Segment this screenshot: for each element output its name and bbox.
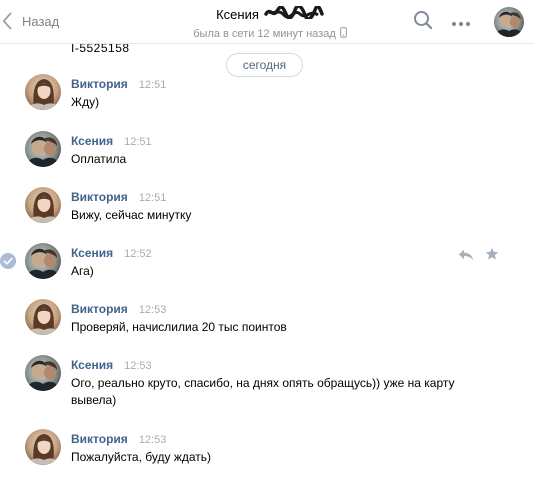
- avatar[interactable]: [25, 355, 61, 391]
- avatar[interactable]: [25, 243, 61, 279]
- message-text: Проверяй, начислилиа 20 тыс поинтов: [71, 320, 287, 334]
- message-author[interactable]: Виктория: [71, 432, 128, 446]
- message-time[interactable]: 12:52: [124, 248, 152, 260]
- message-time[interactable]: 12:51: [139, 79, 167, 91]
- avatar[interactable]: [25, 74, 61, 110]
- message-row-selected[interactable]: Ксения 12:52 Ага): [0, 243, 534, 295]
- message-text: Ого, реально круто, спасибо, на днях опя…: [71, 376, 455, 407]
- chat-peer-info[interactable]: Ксения была в сети 12 минут назад: [140, 4, 400, 41]
- message-text: Оплатила: [71, 152, 127, 166]
- checkmark-circle-icon[interactable]: [0, 253, 16, 274]
- search-icon[interactable]: [413, 10, 433, 35]
- message-author[interactable]: Виктория: [71, 302, 128, 316]
- avatar[interactable]: [25, 299, 61, 335]
- chat-header: Назад Ксения была в сети 12 минут назад: [0, 0, 534, 44]
- avatar[interactable]: [25, 131, 61, 167]
- message-author[interactable]: Ксения: [71, 358, 113, 372]
- message-text: Пожалуйста, буду ждать): [71, 450, 212, 464]
- message-time[interactable]: 12:53: [139, 304, 167, 316]
- avatar[interactable]: [25, 429, 61, 465]
- message-time[interactable]: 12:51: [139, 192, 167, 204]
- redaction-scribble: [264, 4, 324, 22]
- peer-status: была в сети 12 минут назад: [193, 28, 336, 40]
- message-author[interactable]: Виктория: [71, 190, 128, 204]
- message-author[interactable]: Ксения: [71, 246, 113, 260]
- message-time[interactable]: 12:53: [124, 360, 152, 372]
- back-button[interactable]: Назад: [2, 10, 59, 32]
- message-text: Вижу, сейчас минутку: [71, 208, 192, 222]
- avatar[interactable]: [25, 187, 61, 223]
- message-time[interactable]: 12:53: [139, 434, 167, 446]
- peer-avatar[interactable]: [494, 7, 524, 37]
- message-row[interactable]: Ксения 12:51 Оплатила: [0, 131, 534, 183]
- message-row[interactable]: Виктория 12:53 Пожалуйста, буду ждать): [0, 429, 534, 479]
- message-row[interactable]: Виктория 12:51 Жду): [0, 74, 534, 126]
- message-author[interactable]: Виктория: [71, 77, 128, 91]
- message-actions: [458, 247, 499, 266]
- reply-icon[interactable]: [458, 248, 474, 266]
- message-time[interactable]: 12:51: [124, 136, 152, 148]
- message-text: Жду): [71, 95, 100, 109]
- star-icon[interactable]: [485, 247, 499, 266]
- more-dots-icon[interactable]: [451, 14, 471, 32]
- date-divider: сегодня: [226, 53, 303, 77]
- message-row[interactable]: Виктория 12:51 Вижу, сейчас минутку: [0, 187, 534, 239]
- back-label: Назад: [22, 13, 60, 29]
- phone-icon: [339, 27, 347, 41]
- peer-name: Ксения: [216, 6, 259, 22]
- chevron-left-icon: [2, 12, 12, 30]
- message-text: Ага): [71, 264, 94, 278]
- message-row[interactable]: Виктория 12:53 Проверяй, начислилиа 20 т…: [0, 299, 534, 351]
- message-row[interactable]: Ксения 12:53 Ого, реально круто, спасибо…: [0, 355, 534, 419]
- message-author[interactable]: Ксения: [71, 134, 113, 148]
